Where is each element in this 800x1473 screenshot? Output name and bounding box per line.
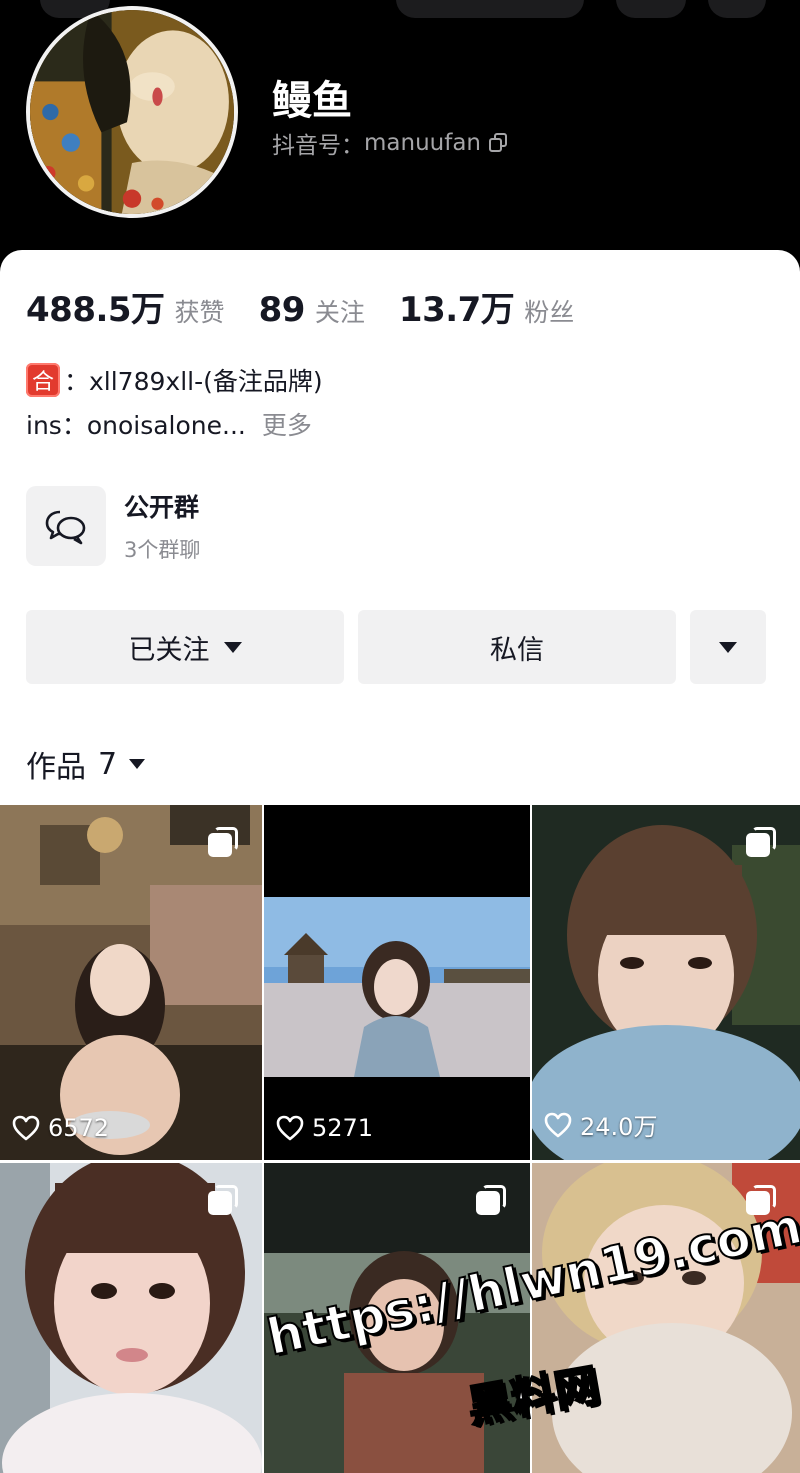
likes-count: 6572 [48, 1114, 110, 1142]
followed-button[interactable]: 已关注 [26, 610, 344, 684]
chevron-down-icon [223, 641, 242, 653]
avatar[interactable] [26, 6, 238, 218]
collab-badge-icon: 合 [26, 363, 60, 397]
stat-value: 13.7万 [398, 290, 515, 330]
post-likes: 5271 [276, 1114, 373, 1142]
group-title: 公开群 [124, 493, 200, 522]
chevron-down-icon [719, 641, 737, 653]
profile-card: 488.5万 获赞 89 关注 13.7万 粉丝 合 ：xll789xll-(备… [0, 250, 800, 805]
group-subtitle: 3个群聊 [124, 538, 201, 562]
multi-image-icon [476, 1185, 508, 1217]
post-tile[interactable]: 5271 [264, 805, 530, 1160]
works-count: 7 [98, 746, 118, 782]
copy-icon[interactable] [489, 133, 509, 153]
post-thumbnail [264, 805, 530, 1160]
bio-line-1: 合 ：xll789xll-(备注品牌) [26, 362, 323, 398]
heart-icon [276, 1115, 304, 1141]
heart-icon [544, 1112, 572, 1137]
multi-image-icon [208, 1185, 240, 1217]
stats-row: 488.5万 获赞 89 关注 13.7万 粉丝 [26, 282, 608, 331]
works-grid: 6572 5271 24.0万 [0, 805, 800, 1473]
stat-followers[interactable]: 13.7万 粉丝 [399, 282, 574, 331]
likes-count: 5271 [312, 1114, 374, 1142]
heart-icon [12, 1115, 40, 1141]
bio-text-2: ins：onoisalone... [26, 411, 246, 440]
chat-bubbles-icon [26, 486, 106, 566]
nickname: 鳗鱼 [272, 78, 352, 124]
works-tab[interactable]: 作品 7 [26, 742, 146, 786]
stat-value: 89 [258, 290, 306, 330]
chevron-down-icon [129, 759, 146, 769]
followed-label: 已关注 [128, 634, 210, 666]
post-tile[interactable]: 6572 [0, 805, 262, 1160]
douyin-id[interactable]: 抖音号： manuufan [272, 126, 509, 160]
post-tile[interactable] [0, 1163, 262, 1473]
profile-header: 鳗鱼 抖音号： manuufan [0, 0, 800, 262]
stat-label: 关注 [314, 298, 365, 327]
stat-value: 488.5万 [26, 290, 165, 330]
stat-label: 获赞 [174, 298, 225, 327]
bio-more-link[interactable]: 更多 [262, 406, 312, 442]
public-group-entry[interactable]: 公开群 3个群聊 [26, 486, 200, 566]
stat-likes[interactable]: 488.5万 获赞 [26, 282, 225, 331]
more-options-button[interactable] [690, 610, 766, 684]
menu-button[interactable] [708, 0, 766, 18]
message-label: 私信 [490, 634, 544, 666]
post-likes: 24.0万 [544, 1107, 657, 1142]
search-bar[interactable] [396, 0, 584, 18]
works-label: 作品 [26, 750, 86, 785]
multi-image-icon [746, 827, 778, 859]
search-button[interactable] [616, 0, 686, 18]
likes-count: 24.0万 [580, 1113, 658, 1141]
avatar-image [30, 10, 234, 214]
bio-text-1: ：xll789xll-(备注品牌) [64, 367, 323, 396]
multi-image-icon [208, 827, 240, 859]
bio-line-2: ins：onoisalone... 更多 [26, 406, 312, 442]
douyin-id-label: 抖音号： [272, 133, 364, 159]
stat-following[interactable]: 89 关注 [259, 290, 365, 330]
message-button[interactable]: 私信 [358, 610, 676, 684]
douyin-id-value: manuufan [364, 130, 481, 156]
post-likes: 6572 [12, 1114, 109, 1142]
stat-label: 粉丝 [524, 298, 575, 327]
post-tile[interactable]: 24.0万 [532, 805, 800, 1160]
